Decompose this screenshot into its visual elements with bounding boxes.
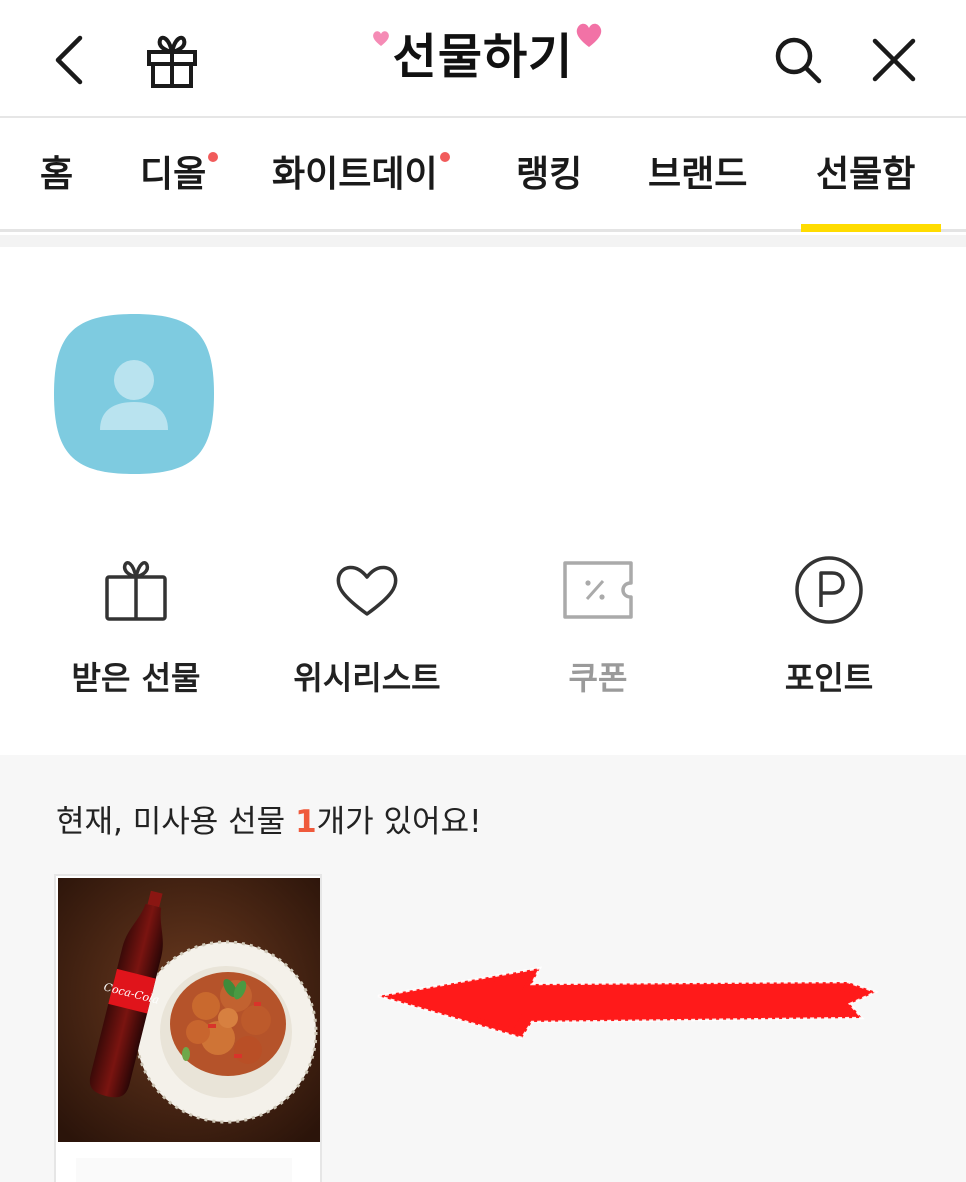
icon-wrap [729,550,929,630]
search-icon [775,37,822,84]
top-header: 선물하기 [0,0,966,118]
coupon-label: 쿠폰 [568,659,628,697]
tab-label: 화이트데이 [272,154,438,195]
red-arrow-annotation [372,962,882,1046]
gift-icon [105,561,167,621]
unused-count: 1 [295,804,317,840]
user-avatar-icon [54,314,214,474]
received-gifts-label: 받은 선물 [71,659,201,697]
new-dot-badge [208,152,219,162]
icon-wrap [498,550,698,630]
close-button[interactable] [862,28,926,92]
page-title: 선물하기 [372,22,602,92]
unused-gifts-message: 현재, 미사용 선물 1개가 있어요! [56,800,482,844]
tab-home[interactable]: 홈 [40,150,73,200]
points-button[interactable]: 포인트 [729,550,929,710]
tab-gift-box[interactable]: 선물함 [816,150,915,200]
wishlist-button[interactable]: 위시리스트 [267,550,467,710]
tab-brand[interactable]: 브랜드 [648,150,747,200]
food-with-cola-image: Coca-Cola [58,878,320,1142]
selected-tab-indicator [801,224,941,232]
tab-label: 홈 [40,154,74,195]
section-divider [0,235,966,247]
gift-card-image: Coca-Cola [58,878,320,1142]
coupon-icon [563,561,633,619]
heart-icon [336,565,398,616]
tab-label: 디올 [140,154,207,195]
points-label: 포인트 [784,659,874,697]
heart-decoration-icon [372,31,389,46]
avatar[interactable] [54,314,214,474]
unused-suffix: 개가 있어요! [316,804,482,840]
arrow-left-icon [377,966,880,1040]
close-icon [872,38,916,82]
point-icon [795,556,863,624]
icon-wrap [36,550,236,630]
new-dot-badge [439,152,450,162]
gift-card[interactable]: Coca-Cola [54,874,322,1182]
tab-label: 선물함 [816,154,916,195]
heart-decoration-icon [577,23,602,47]
gift-card-info [76,1158,292,1182]
tab-label: 랭킹 [516,154,583,195]
tab-label: 브랜드 [648,154,748,195]
received-gifts-button[interactable]: 받은 선물 [36,550,236,710]
tab-dior[interactable]: 디올 [140,150,219,200]
category-tabs: 홈 디올 화이트데이 랭킹 브랜드 선물함 [0,120,966,232]
coupon-button[interactable]: 쿠폰 [498,550,698,710]
search-button[interactable] [766,28,830,92]
tab-ranking[interactable]: 랭킹 [516,150,582,200]
wishlist-label: 위시리스트 [293,659,441,697]
icon-wrap [267,550,467,630]
page-title-text: 선물하기 [392,29,574,85]
unused-prefix: 현재, 미사용 선물 [56,804,296,840]
tab-whiteday[interactable]: 화이트데이 [272,150,450,200]
